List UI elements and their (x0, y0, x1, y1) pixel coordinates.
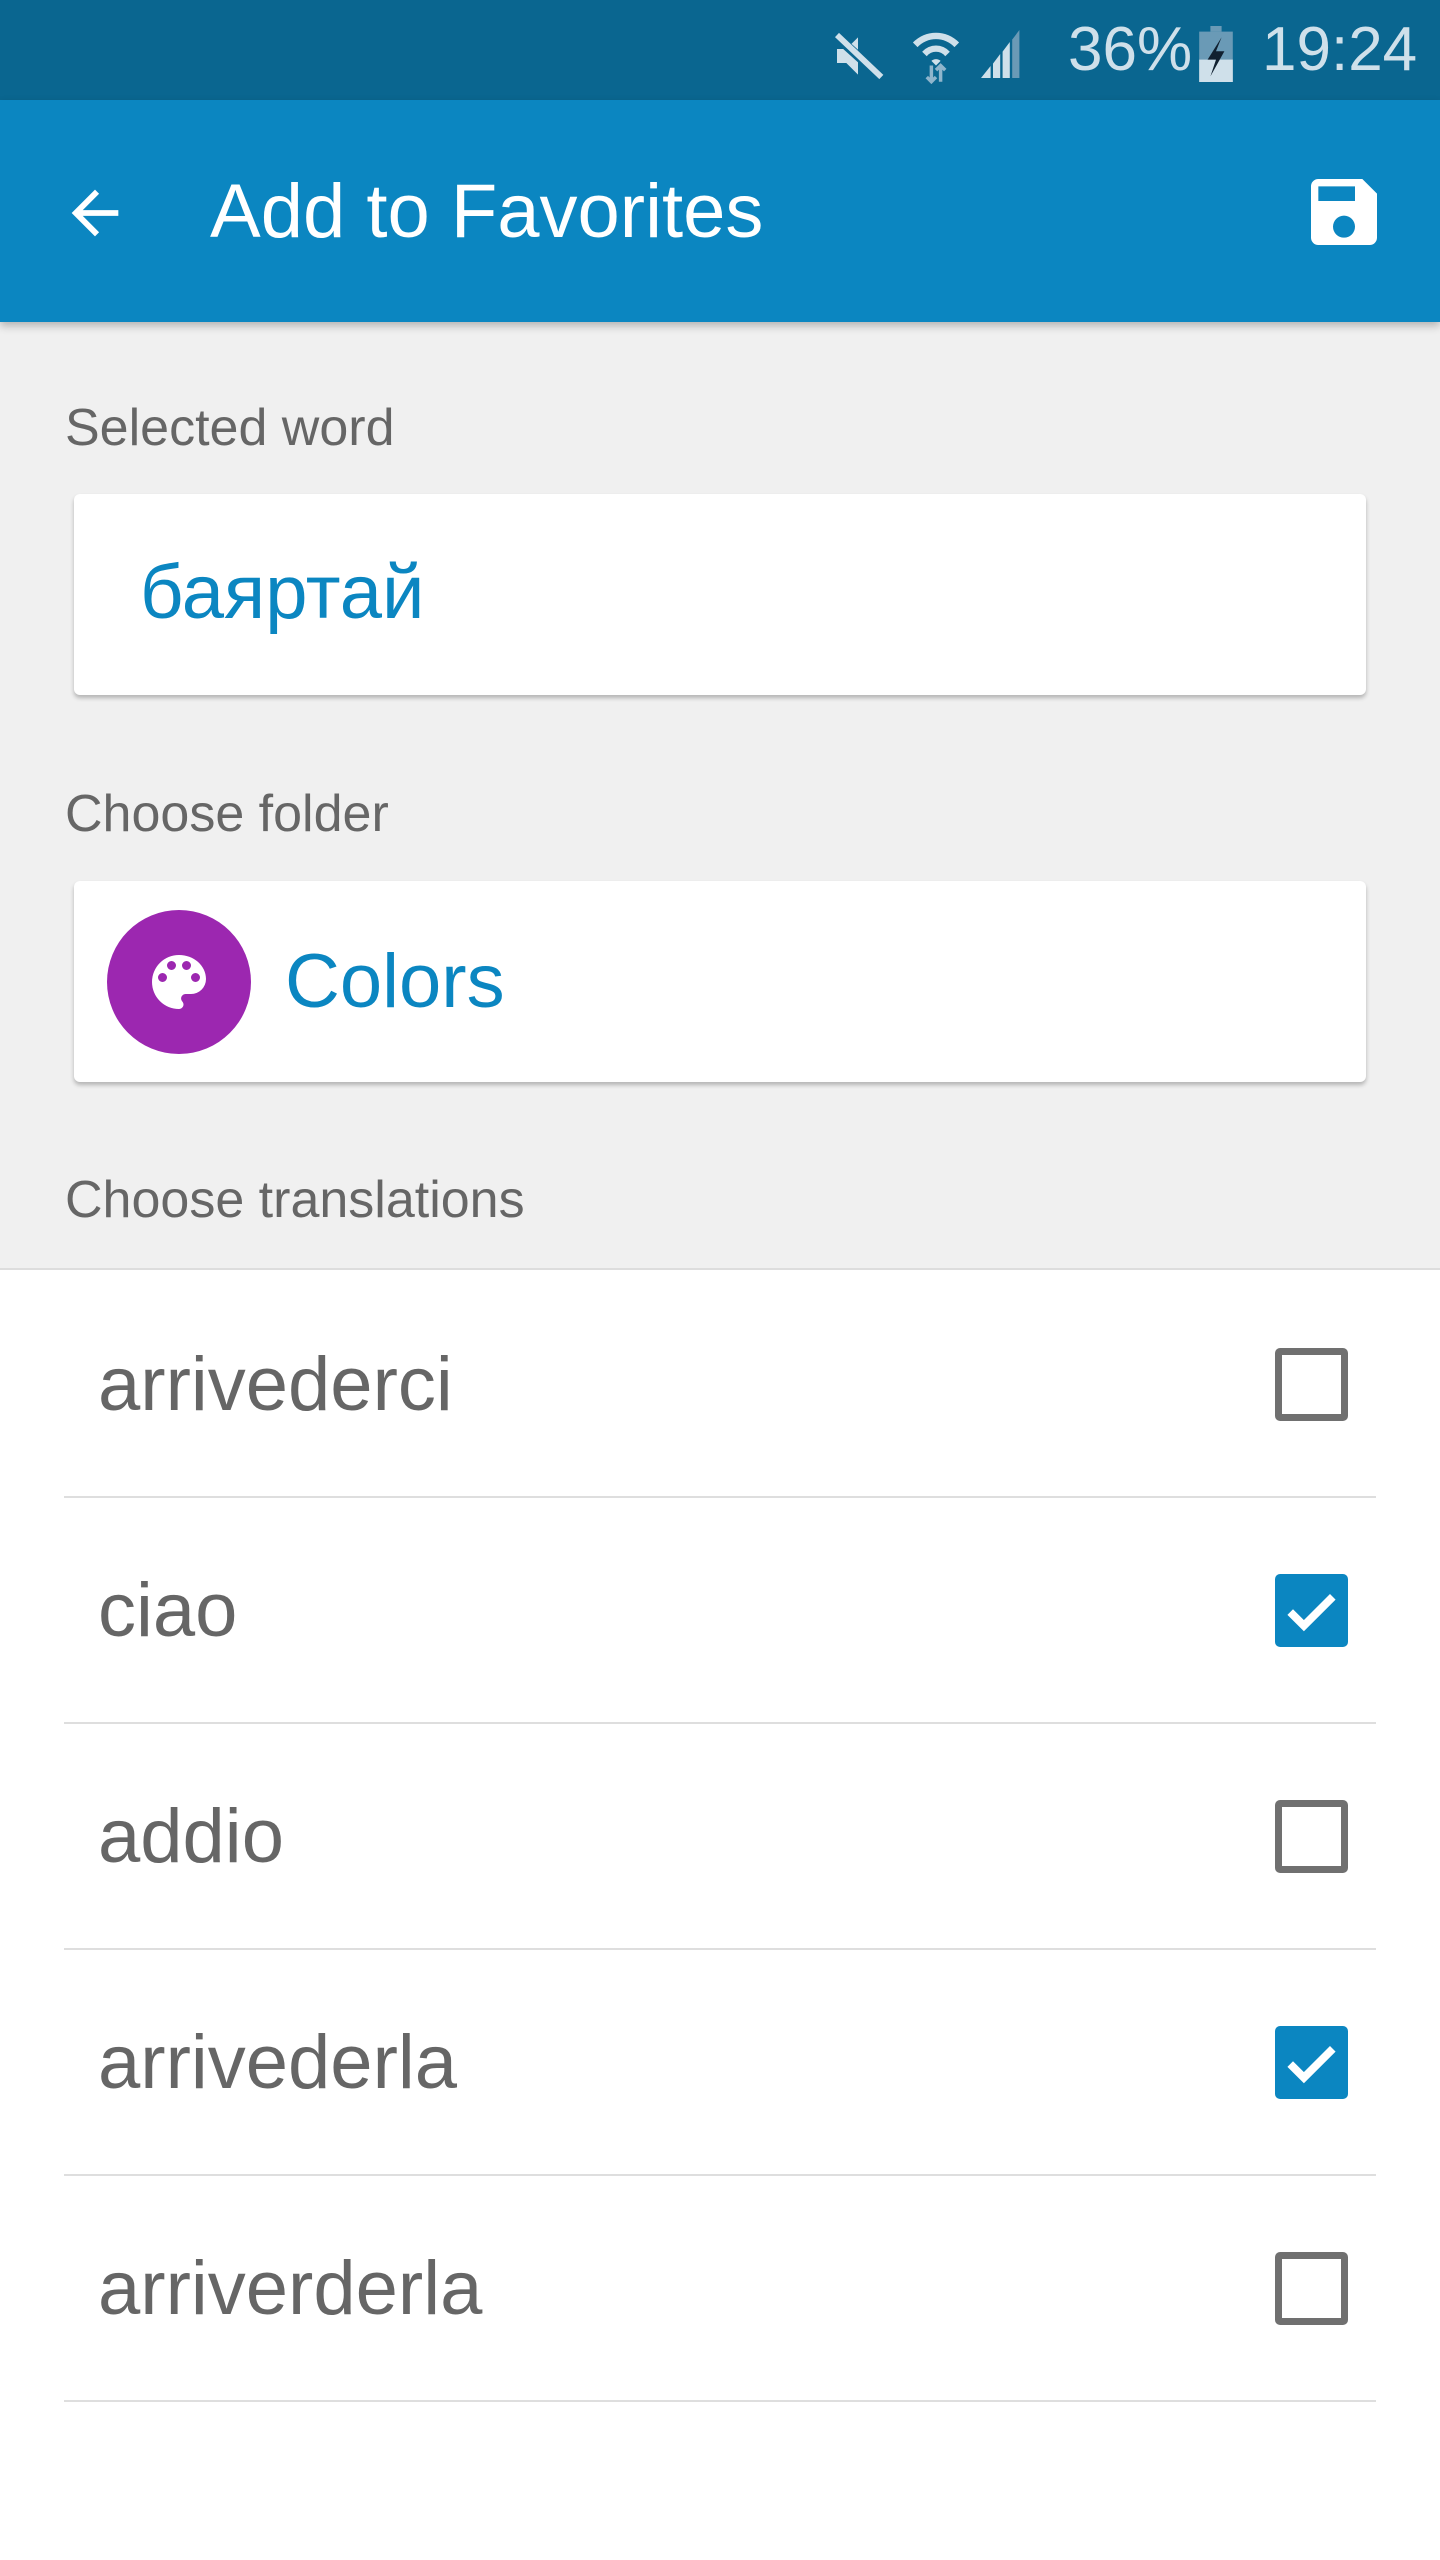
check-icon (1287, 1594, 1336, 1632)
translation-row[interactable]: arrivederla (0, 1950, 1440, 2176)
translation-word: arrivederla (98, 2020, 458, 2105)
translation-checkbox[interactable] (1275, 1348, 1348, 1421)
translation-word: arrivederci (98, 1342, 453, 1427)
status-bar: 36% 19:24 (0, 0, 1440, 100)
signal-icon (981, 30, 1020, 78)
translation-checkbox[interactable] (1275, 1574, 1348, 1647)
clock: 19:24 (1262, 15, 1418, 84)
choose-folder-label: Choose folder (65, 785, 389, 843)
selected-word-field[interactable]: баяртай (74, 494, 1366, 695)
translation-row[interactable]: arrivederci (0, 1272, 1440, 1498)
palette-icon (152, 955, 206, 1009)
arrow-left-icon[interactable] (60, 178, 130, 248)
translation-row[interactable]: addio (0, 1724, 1440, 1950)
translation-word: addio (98, 1794, 284, 1879)
translation-word: arriverderla (98, 2246, 483, 2331)
check-icon (1287, 2046, 1336, 2084)
battery-charging-icon (1199, 26, 1233, 82)
battery-percent: 36% (1068, 15, 1193, 84)
form-area: Selected word баяртай Choose folder Colo… (0, 322, 1440, 1270)
app-bar: Add to Favorites (0, 100, 1440, 322)
mute-icon (831, 31, 885, 81)
selected-word-label: Selected word (65, 399, 395, 457)
save-floppy-icon[interactable] (1300, 168, 1388, 256)
translation-checkbox[interactable] (1275, 1800, 1348, 1873)
folder-icon-circle (107, 910, 251, 1054)
divider (64, 2400, 1376, 2402)
page-title: Add to Favorites (210, 169, 764, 254)
translation-row[interactable]: arriverderla (0, 2176, 1440, 2402)
folder-selector[interactable]: Colors (74, 881, 1366, 1082)
choose-translations-label: Choose translations (65, 1171, 525, 1229)
translation-checkbox[interactable] (1275, 2026, 1348, 2099)
selected-word-value: баяртай (140, 550, 425, 635)
translation-word: ciao (98, 1568, 238, 1653)
wifi-icon (912, 32, 960, 84)
translation-checkbox[interactable] (1275, 2252, 1348, 2325)
translation-row[interactable]: ciao (0, 1498, 1440, 1724)
folder-name: Colors (285, 939, 505, 1024)
